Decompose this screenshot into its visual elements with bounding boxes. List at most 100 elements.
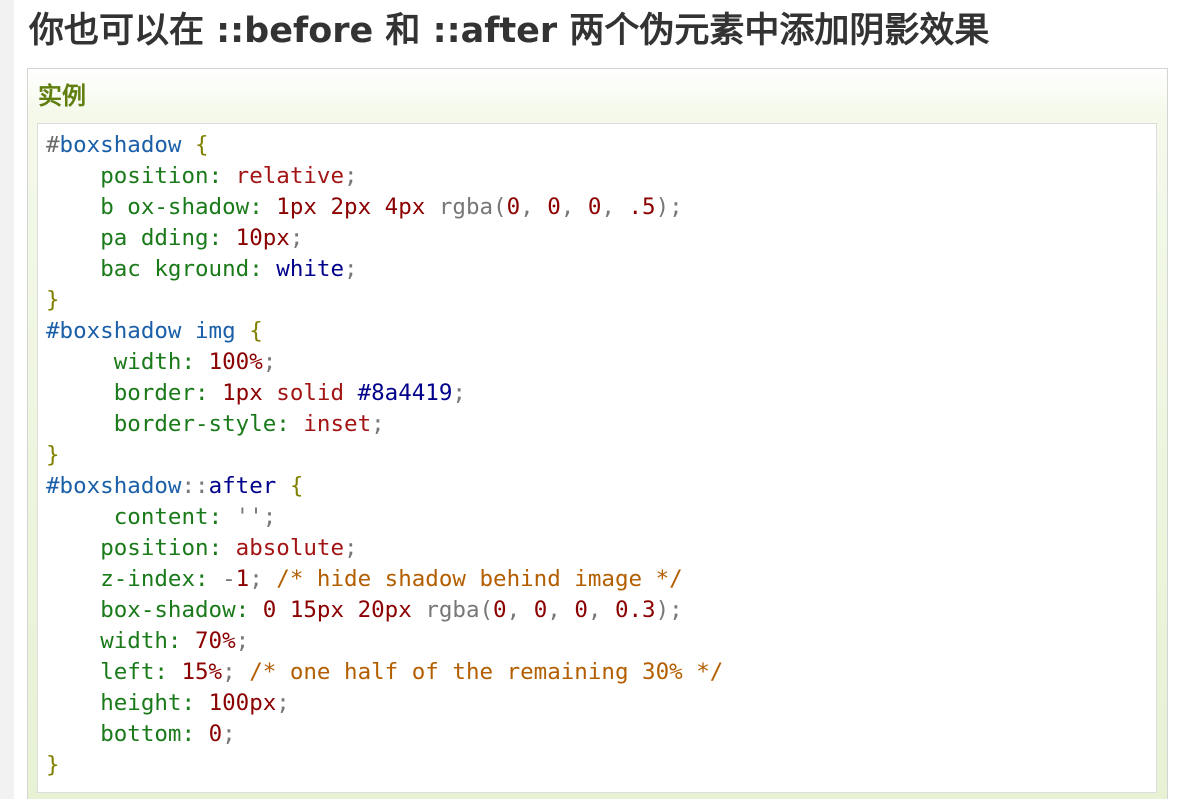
code-token: content <box>113 504 209 530</box>
code-token: z-index <box>100 566 196 592</box>
code-token: /* hide shadow behind image */ <box>276 566 683 592</box>
code-token: } <box>46 752 60 778</box>
code-token: 0 <box>208 721 223 747</box>
code-line: #boxshadow { <box>46 130 723 161</box>
code-token: , <box>601 194 629 220</box>
code-token: border-style <box>113 411 277 437</box>
code-line: bac kground: white; <box>46 254 723 285</box>
code-token: , <box>547 597 575 623</box>
code-token: ); <box>655 194 683 220</box>
code-token: 0 <box>574 597 588 623</box>
code-token: 100% <box>208 349 263 375</box>
code-token: 20px <box>357 597 412 623</box>
code-token: ); <box>655 597 683 623</box>
code-token: #boxshadow <box>46 318 182 344</box>
code-line: #boxshadow img { <box>46 316 723 347</box>
code-line: b ox-shadow: 1px 2px 4px rgba(0, 0, 0, .… <box>46 192 723 223</box>
code-token: : <box>249 194 277 220</box>
code-token: , <box>506 597 534 623</box>
code-token: : <box>181 349 209 375</box>
code-token: b ox-shadow <box>100 194 250 220</box>
code-token: pa dding <box>100 225 209 251</box>
code-line: bottom: 0; <box>46 719 723 750</box>
code-token: ; <box>222 721 236 747</box>
code-line: border: 1px solid #8a4419; <box>46 378 723 409</box>
code-token: 0 <box>493 597 507 623</box>
code-line: width: 70%; <box>46 626 723 657</box>
code-token: width <box>100 628 168 654</box>
code-line: left: 15%; /* one half of the remaining … <box>46 657 723 688</box>
code-block[interactable]: #boxshadow { position: relative; b ox-sh… <box>37 123 1157 793</box>
code-token: ; <box>235 628 250 654</box>
code-token: : <box>208 163 236 189</box>
code-token: 0 <box>533 597 548 623</box>
example-title: 实例 <box>38 82 86 110</box>
code-line: position: absolute; <box>46 533 723 564</box>
code-token: 0 <box>587 194 602 220</box>
code-token: ; <box>262 349 277 375</box>
code-token: position <box>100 163 209 189</box>
code-token: '' <box>235 504 263 530</box>
code-token: } <box>46 287 60 313</box>
code-token: solid <box>276 380 345 406</box>
code-token: , <box>560 194 588 220</box>
code-token: absolute <box>235 535 345 561</box>
code-line: content: ''; <box>46 502 723 533</box>
code-token: { <box>195 132 209 158</box>
code-token: boxshadow <box>59 132 182 158</box>
code-line: width: 100%; <box>46 347 723 378</box>
code-token: : <box>208 504 236 530</box>
code-token: border <box>113 380 196 406</box>
code-token: : <box>154 659 182 685</box>
code-token: height <box>100 690 182 716</box>
code-token: ; <box>262 504 277 530</box>
code-line: #boxshadow::after { <box>46 471 723 502</box>
code-token: after <box>208 473 277 499</box>
code-token: 1 <box>235 566 250 592</box>
page-left-margin <box>0 0 14 799</box>
code-token: ; <box>371 411 385 437</box>
code-token: ; <box>452 380 466 406</box>
code-token: rgba( <box>438 194 507 220</box>
code-token: position <box>100 535 209 561</box>
code-token: ; <box>344 163 358 189</box>
code-token: { <box>289 473 304 499</box>
code-token: { <box>249 318 263 344</box>
code-token: inset <box>303 411 372 437</box>
code-token: #8a4419 <box>357 380 453 406</box>
page-title: 你也可以在 ::before 和 ::after 两个伪元素中添加阴影效果 <box>29 11 990 51</box>
example-panel: 实例 #boxshadow { position: relative; b ox… <box>27 68 1168 799</box>
code-token: box-shadow <box>100 597 236 623</box>
code-token: 2px <box>330 194 372 220</box>
code-token: , <box>587 597 615 623</box>
code-token: bac kground <box>100 256 250 282</box>
code-token: relative <box>235 163 345 189</box>
code-token: } <box>46 442 60 468</box>
code-token: :: <box>181 473 209 499</box>
code-token: ; <box>289 225 304 251</box>
code-token: : <box>235 597 263 623</box>
code-token: 70% <box>195 628 236 654</box>
code-token: : <box>181 721 209 747</box>
code-token: /* one half of the remaining 30% */ <box>249 659 724 685</box>
code-token: 15% <box>181 659 223 685</box>
code-token: ; <box>276 690 290 716</box>
code-line: } <box>46 285 723 316</box>
code-token: ; <box>344 256 358 282</box>
code-token: ; <box>249 566 277 592</box>
code-token: , <box>520 194 548 220</box>
